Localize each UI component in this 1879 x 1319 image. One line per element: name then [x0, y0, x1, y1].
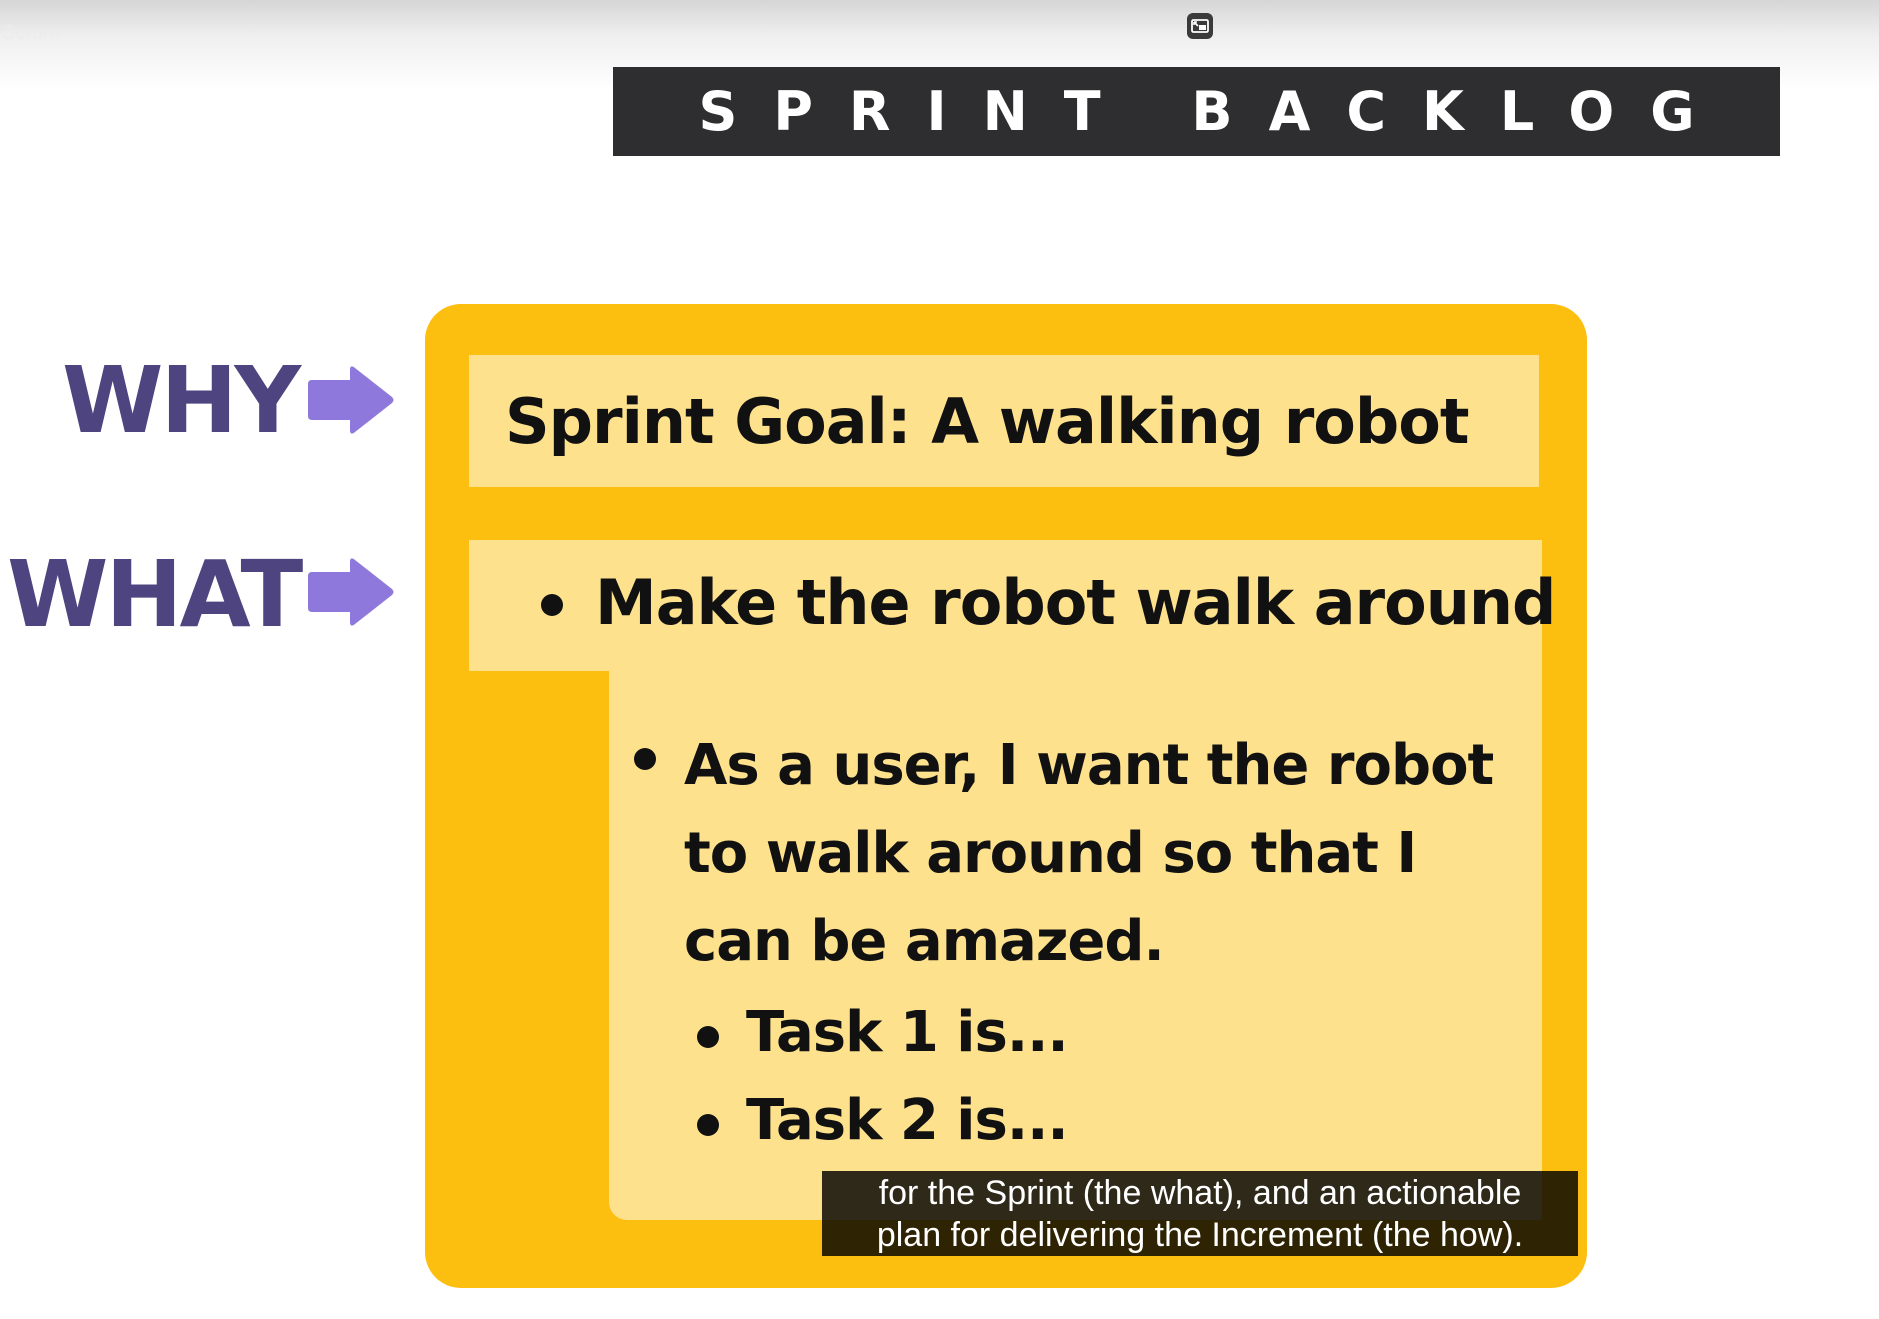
bullet-icon — [697, 1114, 719, 1136]
caption-line-2: plan for delivering the Increment (the h… — [876, 1216, 1524, 1254]
why-label: WHY — [62, 347, 301, 454]
what-label: WHAT — [7, 541, 303, 648]
task-1-text: Task 1 is... — [746, 1000, 1069, 1065]
right-arrow-icon — [308, 558, 394, 626]
product-backlog-item-text: Make the robot walk around — [595, 566, 1556, 639]
exit-picture-in-picture-icon — [1191, 19, 1209, 33]
sprint-goal-card: Sprint Goal: A walking robot — [469, 355, 1539, 487]
right-arrow-icon — [308, 366, 394, 434]
slide-title: SPRINT BACKLOG — [698, 80, 1731, 143]
task-2-text: Task 2 is... — [746, 1088, 1069, 1153]
exit-picture-in-picture-button[interactable] — [1187, 13, 1213, 39]
bullet-icon — [541, 594, 563, 616]
bullet-icon — [634, 748, 656, 770]
sprint-goal-text: Sprint Goal: A walking robot — [505, 384, 1469, 458]
caption-line-1: for the Sprint (the what), and an action… — [878, 1174, 1522, 1212]
slide-title-banner: SPRINT BACKLOG — [613, 67, 1780, 156]
window-label: Scrum — [2, 22, 60, 44]
user-story-text: As a user, I want the robot to walk arou… — [684, 733, 1494, 974]
bullet-icon — [697, 1026, 719, 1048]
video-caption: for the Sprint (the what), and an action… — [822, 1171, 1578, 1256]
